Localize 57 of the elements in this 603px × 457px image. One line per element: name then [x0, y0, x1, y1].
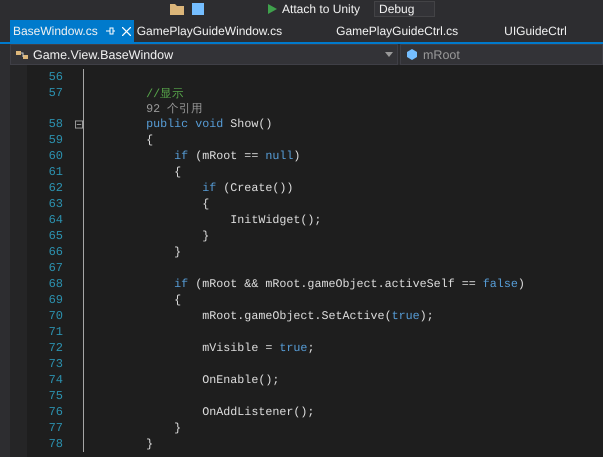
line-number: 71	[48, 325, 63, 339]
line-number: 64	[48, 213, 63, 227]
code-line: {	[201, 197, 210, 211]
code-line: //显示	[145, 86, 184, 100]
file-tab[interactable]: GamePlayGuideCtrl.cs	[333, 20, 462, 42]
code-line: if (mRoot == null)	[173, 149, 300, 163]
code-line: mVisible = true;	[201, 341, 314, 355]
code-line: if (Create())	[201, 181, 294, 195]
line-number: 75	[48, 389, 63, 403]
line-number: 78	[48, 437, 63, 451]
line-number: 63	[48, 197, 63, 211]
line-number: 58	[48, 117, 63, 131]
line-number: 62	[48, 181, 63, 195]
pin-icon[interactable]	[104, 26, 115, 36]
code-line: OnAddListener();	[201, 405, 314, 419]
line-number: 76	[48, 405, 63, 419]
line-number: 70	[48, 309, 63, 323]
code-line: public void Show()	[145, 117, 272, 131]
code-line: mRoot.gameObject.SetActive(true);	[201, 309, 434, 323]
line-number: 67	[48, 261, 63, 275]
type-dropdown[interactable]: Game.View.BaseWindow	[10, 44, 398, 65]
line-number: 56	[48, 70, 63, 84]
code-line: }	[201, 229, 210, 243]
code-line: }	[173, 421, 182, 435]
caret-icon[interactable]	[385, 52, 393, 57]
attach-button[interactable]: Attach to Unity	[262, 2, 366, 16]
code-line: }	[173, 245, 182, 259]
line-number: 57	[48, 86, 63, 100]
collapse-icon[interactable]	[75, 120, 83, 128]
line-number: 72	[48, 341, 63, 355]
code-line: {	[173, 293, 182, 307]
line-number: 65	[48, 229, 63, 243]
line-number: 59	[48, 133, 63, 147]
cube-icon	[405, 48, 419, 62]
close-icon[interactable]	[122, 26, 131, 36]
line-number: 69	[48, 293, 63, 307]
folder-icon[interactable]	[170, 3, 184, 15]
code-line: }	[145, 437, 154, 451]
line-number: 66	[48, 245, 63, 259]
file-tab[interactable]: UIGuideCtrl	[501, 20, 570, 42]
code-line: if (mRoot && mRoot.gameObject.activeSelf == false)	[173, 277, 525, 291]
code-line: {	[173, 165, 182, 179]
code-line: InitWidget();	[229, 213, 322, 227]
play-icon	[268, 4, 277, 14]
code-line: {	[145, 133, 154, 147]
file-tab[interactable]: GamePlayGuideWindow.cs	[134, 20, 286, 42]
configuration-dropdown[interactable]: Debug	[374, 1, 436, 17]
file-tab[interactable]: BaseWindow.cs	[10, 20, 134, 42]
reference-count[interactable]: 92 个引用	[84, 101, 204, 116]
line-number: 60	[48, 149, 63, 163]
code-line: OnEnable();	[201, 373, 280, 387]
line-number: 73	[48, 357, 63, 371]
line-number: 61	[48, 165, 63, 179]
line-number: 77	[48, 421, 63, 435]
line-number: 68	[48, 277, 63, 291]
member-dropdown[interactable]: mRoot	[400, 44, 603, 65]
line-number: 74	[48, 373, 63, 387]
